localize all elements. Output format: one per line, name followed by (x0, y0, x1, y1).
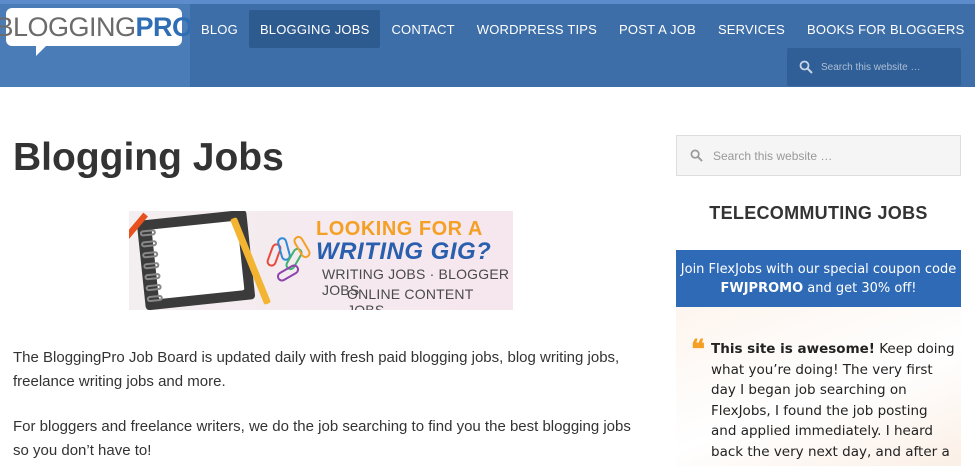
nav-item-blog[interactable]: BLOG (190, 10, 249, 48)
page-title: Blogging Jobs (13, 136, 284, 179)
flexjobs-promo-banner[interactable]: Join FlexJobs with our special coupon co… (676, 250, 961, 307)
paperclips-illustration (265, 233, 319, 288)
nav-item-contact[interactable]: CONTACT (380, 10, 465, 48)
header-search[interactable] (787, 48, 961, 86)
nav-item-blogging-jobs[interactable]: BLOGGING JOBS (248, 10, 381, 48)
writing-gig-banner[interactable]: LOOKING FOR A WRITING GIG? WRITING JOBS … (129, 211, 513, 310)
site-header: BLOGGINGPRO BLOG BLOGGING JOBS CONTACT W… (0, 0, 975, 87)
nav-item-post-a-job[interactable]: POST A JOB (608, 10, 707, 48)
logo-text: BLOGGINGPRO (0, 11, 193, 42)
nav-item-services[interactable]: SERVICES (707, 10, 796, 48)
search-icon (690, 149, 703, 162)
promo-code: FWJPROMO (720, 281, 804, 296)
banner-subline-2: ONLINE CONTENT JOBS (347, 286, 474, 310)
nav-item-books-for-bloggers[interactable]: BOOKS FOR BLOGGERS (796, 10, 975, 48)
header-search-input[interactable] (821, 61, 951, 73)
nav-items: BLOG BLOGGING JOBS CONTACT WORDPRESS TIP… (190, 10, 975, 48)
promo-text-after: and get 30% off! (803, 281, 917, 296)
telecommuting-widget-title: TELECOMMUTING JOBS (709, 203, 928, 223)
testimonial-lead: This site is awesome! (711, 341, 875, 357)
search-icon (799, 60, 813, 74)
main-nav: BLOG BLOGGING JOBS CONTACT WORDPRESS TIP… (190, 4, 975, 87)
testimonial-body: Keep doing what you’re doing! The very f… (711, 341, 955, 466)
secondary-paragraph: For bloggers and freelance writers, we d… (13, 418, 631, 459)
intro-paragraph: The BloggingPro Job Board is updated dai… (13, 349, 620, 390)
logo-speech-tail (36, 44, 48, 56)
testimonial-text: This site is awesome! Keep doing what yo… (711, 339, 956, 466)
sidebar-search-input[interactable] (713, 148, 943, 163)
banner-headline-2: WRITING GIG? (316, 238, 492, 265)
nav-item-wordpress-tips[interactable]: WORDPRESS TIPS (466, 10, 608, 48)
quote-icon: ❝ (691, 335, 705, 365)
testimonial-card: ❝ This site is awesome! Keep doing what … (676, 307, 961, 466)
promo-text-before: Join FlexJobs with our special coupon co… (680, 262, 957, 277)
sidebar-search[interactable] (676, 135, 961, 176)
site-logo[interactable]: BLOGGINGPRO (0, 8, 193, 46)
